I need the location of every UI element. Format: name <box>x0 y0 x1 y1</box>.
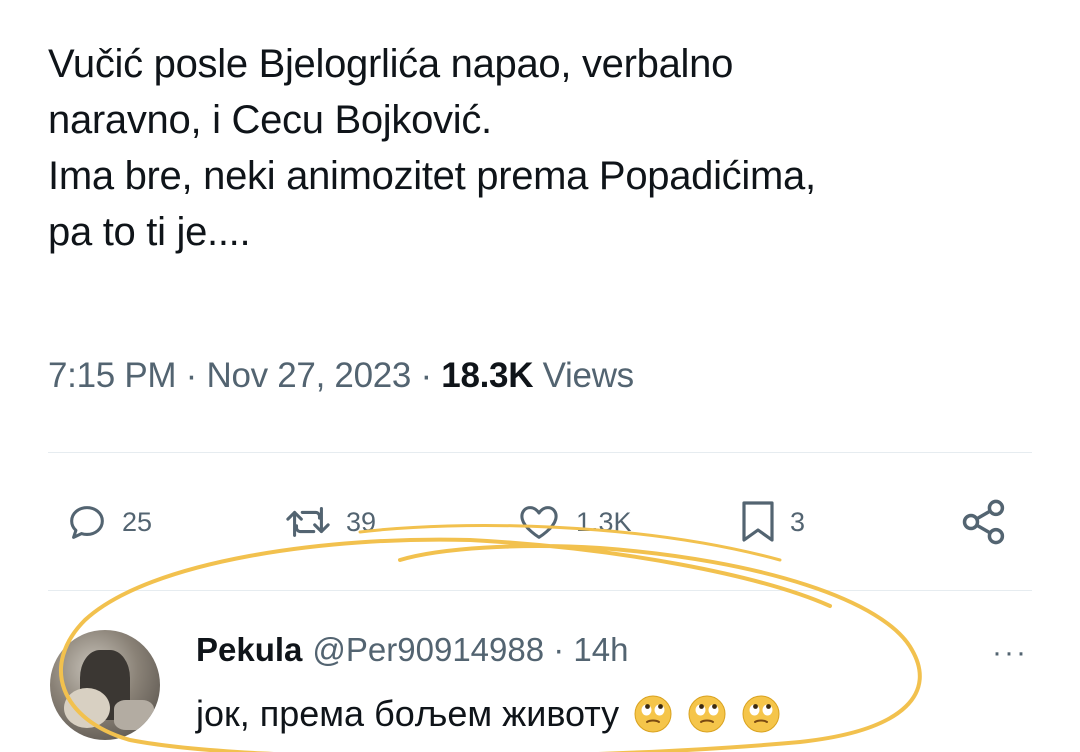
tweet-time[interactable]: 7:15 PM <box>48 356 177 395</box>
rolling-eyes-emoji <box>688 695 726 733</box>
reply-text: јок, према бољем животу <box>196 693 620 734</box>
bookmark-count: 3 <box>790 506 806 537</box>
reply-time[interactable]: 14h <box>573 631 628 668</box>
bookmark-icon <box>738 497 778 547</box>
retweet-icon <box>282 499 334 545</box>
bookmark-button[interactable]: 3 <box>738 494 805 550</box>
reply-count: 25 <box>122 506 153 537</box>
reply-author-name[interactable]: Pekula <box>196 631 302 668</box>
meta-separator: · <box>544 631 574 668</box>
meta-separator: · <box>176 356 207 395</box>
share-button[interactable] <box>958 494 1010 550</box>
retweet-button[interactable]: 39 <box>282 494 376 550</box>
like-icon <box>514 499 564 545</box>
views-count[interactable]: 18.3K <box>441 356 533 395</box>
meta-separator: · <box>411 356 442 395</box>
action-bar: 25 39 1.3K 3 <box>0 494 1080 550</box>
rolling-eyes-emoji <box>742 695 780 733</box>
views-label[interactable]: Views <box>543 356 635 395</box>
reply-header: Pekula @Per90914988 · 14h <box>196 628 628 672</box>
tweet-body: Vučić posle Bjelogrlića napao, verbalno … <box>48 36 1038 260</box>
share-icon <box>958 496 1010 548</box>
retweet-count: 39 <box>346 506 377 537</box>
tweet-date[interactable]: Nov 27, 2023 <box>206 356 411 395</box>
reply-author-handle[interactable]: @Per90914988 <box>312 631 544 668</box>
tweet-screenshot: Vučić posle Bjelogrlića napao, verbalno … <box>0 0 1080 752</box>
reply-button[interactable]: 25 <box>64 494 152 550</box>
tweet-line: Ima bre, neki animozitet prema Popadićim… <box>48 154 816 198</box>
avatar[interactable] <box>50 630 160 740</box>
tweet-line: pa to ti je.... <box>48 210 251 254</box>
reply-body: јок, према бољем животу <box>196 690 781 738</box>
rolling-eyes-emoji <box>634 695 672 733</box>
tweet-line: naravno, i Cecu Bojković. <box>48 98 492 142</box>
more-options-icon[interactable]: ··· <box>992 636 1028 670</box>
tweet-meta: 7:15 PM · Nov 27, 2023 · 18.3K Views <box>48 352 634 400</box>
divider <box>48 590 1032 591</box>
like-count: 1.3K <box>576 506 632 537</box>
reply-icon <box>64 499 110 545</box>
like-button[interactable]: 1.3K <box>514 494 632 550</box>
tweet-line: Vučić posle Bjelogrlića napao, verbalno <box>48 42 734 86</box>
reply-tweet[interactable]: Pekula @Per90914988 · 14h ··· јок, према … <box>0 600 1080 752</box>
divider <box>48 452 1032 453</box>
